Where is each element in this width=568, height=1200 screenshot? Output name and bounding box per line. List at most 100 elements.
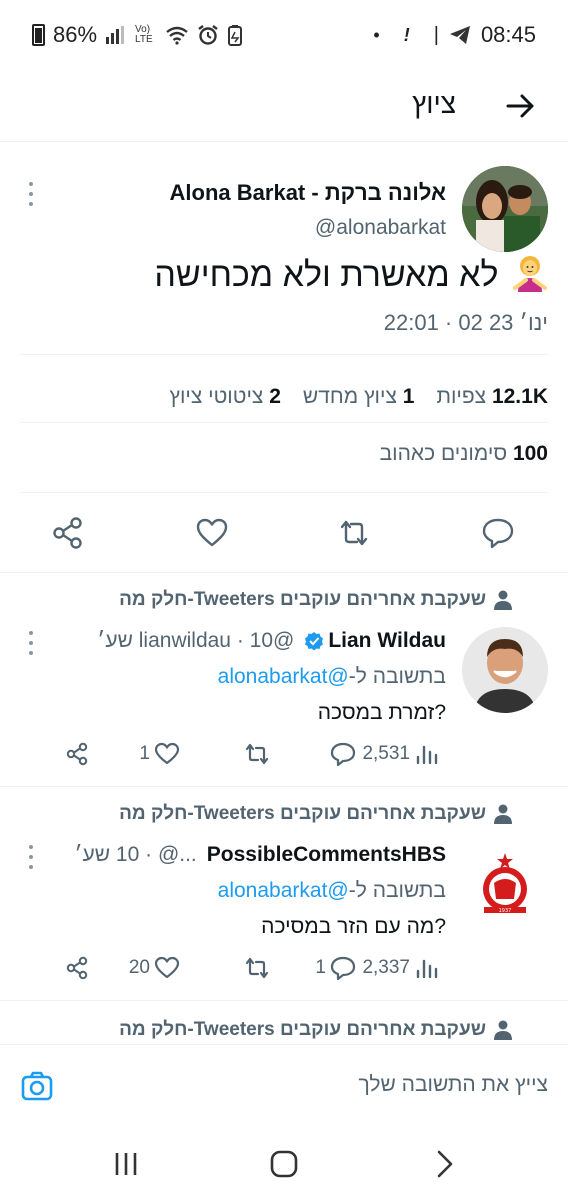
reply-actions: 2,531 1 bbox=[0, 739, 568, 775]
reply-tweet[interactable]: חלק מה-Tweeters שעקבת אחריהם עוקבים bbox=[0, 1000, 568, 1044]
person-icon bbox=[494, 1020, 512, 1040]
social-context: חלק מה-Tweeters שעקבת אחריהם עוקבים bbox=[119, 1019, 486, 1040]
like-heart-icon bbox=[154, 742, 180, 765]
like-heart-icon bbox=[154, 956, 180, 979]
likes-label: סימונים כאהוב bbox=[379, 442, 508, 465]
replies-count: 1 bbox=[315, 957, 326, 978]
reply-author-name[interactable]: Lian Wildau bbox=[328, 629, 446, 653]
top-header: ציוץ bbox=[0, 70, 568, 142]
retweets-count: 1 bbox=[402, 385, 415, 408]
share-icon bbox=[66, 956, 88, 980]
quotes-label: ציטוטי ציוץ bbox=[169, 385, 264, 408]
reply-to-line: בתשובה ל-@alonabarkat bbox=[218, 879, 446, 903]
avatar-photo bbox=[462, 166, 548, 252]
reply-icon bbox=[330, 742, 356, 767]
views-bars-icon bbox=[416, 959, 438, 979]
reply-tweet[interactable]: חלק מה-Tweeters שעקבת אחריהם עוקבים @lia… bbox=[0, 572, 568, 786]
quotes-count: 2 bbox=[269, 385, 281, 408]
retweet-icon[interactable] bbox=[336, 515, 372, 551]
retweets-stat[interactable]: 1 ציוץ מחדש bbox=[303, 385, 415, 409]
dot-icon: • bbox=[373, 24, 380, 45]
reply-to-handle-link[interactable]: @alonabarkat bbox=[218, 665, 349, 688]
more-options-icon[interactable] bbox=[26, 631, 36, 655]
divider bbox=[20, 422, 548, 423]
clock-time: 08:45 bbox=[480, 22, 536, 47]
tweet-timestamp[interactable]: 22:01 · 02 ינו׳ 23 bbox=[384, 310, 548, 336]
author-name[interactable]: Alona Barkat - אלונה ברקת bbox=[170, 180, 446, 206]
reply-action[interactable] bbox=[326, 739, 356, 769]
views-bars-icon bbox=[416, 745, 438, 765]
battery-icon bbox=[32, 24, 45, 46]
reply-icon[interactable] bbox=[480, 515, 516, 551]
system-nav-bar bbox=[0, 1128, 568, 1200]
reply-avatar[interactable] bbox=[462, 627, 548, 713]
reply-text: זמרת במסכה? bbox=[317, 701, 446, 724]
battery-saver-icon bbox=[228, 25, 243, 46]
reply-text: מה עם הזר במסיכה? bbox=[261, 915, 446, 938]
views-action[interactable]: 2,531 bbox=[362, 739, 440, 769]
author-handle[interactable]: @alonabarkat bbox=[315, 216, 446, 240]
share-icon[interactable] bbox=[50, 515, 86, 551]
reply-action[interactable]: 1 bbox=[315, 953, 356, 983]
telegram-icon bbox=[449, 26, 470, 44]
volte-icon: Vo) LTE bbox=[135, 24, 153, 45]
like-action[interactable]: 20 bbox=[129, 953, 180, 983]
exclamation-icon: ! bbox=[403, 24, 410, 45]
reply-avatar[interactable]: 1937 bbox=[462, 841, 548, 927]
views-action[interactable]: 2,337 bbox=[362, 953, 440, 983]
retweets-label: ציוץ מחדש bbox=[302, 385, 397, 408]
reply-meta[interactable]: @lianwildau · 10 שע׳ bbox=[97, 629, 294, 653]
back-chevron-icon[interactable] bbox=[426, 1146, 462, 1182]
signal-icon bbox=[106, 26, 125, 44]
reply-to-line: בתשובה ל-@alonabarkat bbox=[218, 665, 446, 689]
reply-to-prefix: בתשובה ל- bbox=[348, 665, 446, 688]
quotes-stat[interactable]: 2 ציטוטי ציוץ bbox=[169, 385, 281, 409]
reply-header: @lianwildau · 10 שע׳ Lian Wildau bbox=[97, 629, 446, 653]
person-icon bbox=[494, 590, 512, 610]
recent-apps-icon[interactable] bbox=[108, 1146, 144, 1182]
more-options-icon[interactable] bbox=[26, 845, 36, 869]
retweet-icon bbox=[245, 743, 269, 765]
alarm-icon bbox=[198, 25, 218, 45]
reply-meta[interactable]: ...@ · 10 שע׳ bbox=[74, 843, 196, 867]
reply-to-handle-link[interactable]: @alonabarkat bbox=[218, 879, 349, 902]
share-icon bbox=[66, 742, 88, 766]
page-title: ציוץ bbox=[412, 88, 456, 119]
reply-composer[interactable]: צייץ את התשובה שלך bbox=[0, 1044, 568, 1128]
reply-input[interactable]: צייץ את התשובה שלך bbox=[359, 1073, 548, 1097]
retweet-icon bbox=[245, 957, 269, 979]
reply-tweet[interactable]: חלק מה-Tweeters שעקבת אחריהם עוקבים 1937… bbox=[0, 786, 568, 1000]
like-action[interactable]: 1 bbox=[139, 739, 180, 769]
reply-to-prefix: בתשובה ל- bbox=[348, 879, 446, 902]
author-avatar[interactable] bbox=[462, 166, 548, 252]
tweet-stats: 12.1K צפיות 1 ציוץ מחדש 2 ציטוטי ציוץ bbox=[169, 374, 548, 420]
camera-icon[interactable] bbox=[20, 1069, 54, 1103]
reply-author-name[interactable]: PossibleCommentsHBS bbox=[207, 843, 446, 867]
person-icon bbox=[494, 804, 512, 824]
like-heart-icon[interactable] bbox=[194, 515, 230, 551]
divider-bar-icon: | bbox=[433, 23, 439, 46]
views-count: 2,337 bbox=[362, 957, 410, 978]
more-options-icon[interactable] bbox=[26, 182, 36, 206]
views-count: 2,531 bbox=[362, 743, 410, 764]
home-icon[interactable] bbox=[266, 1146, 302, 1182]
person-gesturing-no-emoji-icon bbox=[513, 256, 547, 292]
tweet-actions bbox=[0, 505, 568, 569]
views-stat[interactable]: 12.1K צפיות bbox=[436, 385, 548, 409]
views-label: צפיות bbox=[436, 385, 487, 408]
retweet-action[interactable] bbox=[240, 739, 270, 769]
status-bar-right: • ! | 08:45 bbox=[373, 22, 536, 48]
share-action[interactable] bbox=[64, 739, 90, 769]
retweet-action[interactable] bbox=[240, 953, 270, 983]
status-bar-left: 86% Vo) LTE bbox=[32, 22, 243, 48]
hapoel-logo-icon: 1937 bbox=[462, 841, 548, 927]
status-bar: 86% Vo) LTE • ! | 08:45 bbox=[0, 0, 568, 70]
share-action[interactable] bbox=[64, 953, 90, 983]
arrow-right-icon[interactable] bbox=[500, 86, 540, 126]
wifi-icon bbox=[166, 26, 188, 45]
likes-stat[interactable]: 100 סימונים כאהוב bbox=[380, 442, 548, 466]
reply-actions: 2,337 1 20 bbox=[0, 953, 568, 989]
battery-percent: 86% bbox=[53, 22, 98, 47]
divider bbox=[20, 492, 548, 493]
divider bbox=[20, 354, 548, 355]
